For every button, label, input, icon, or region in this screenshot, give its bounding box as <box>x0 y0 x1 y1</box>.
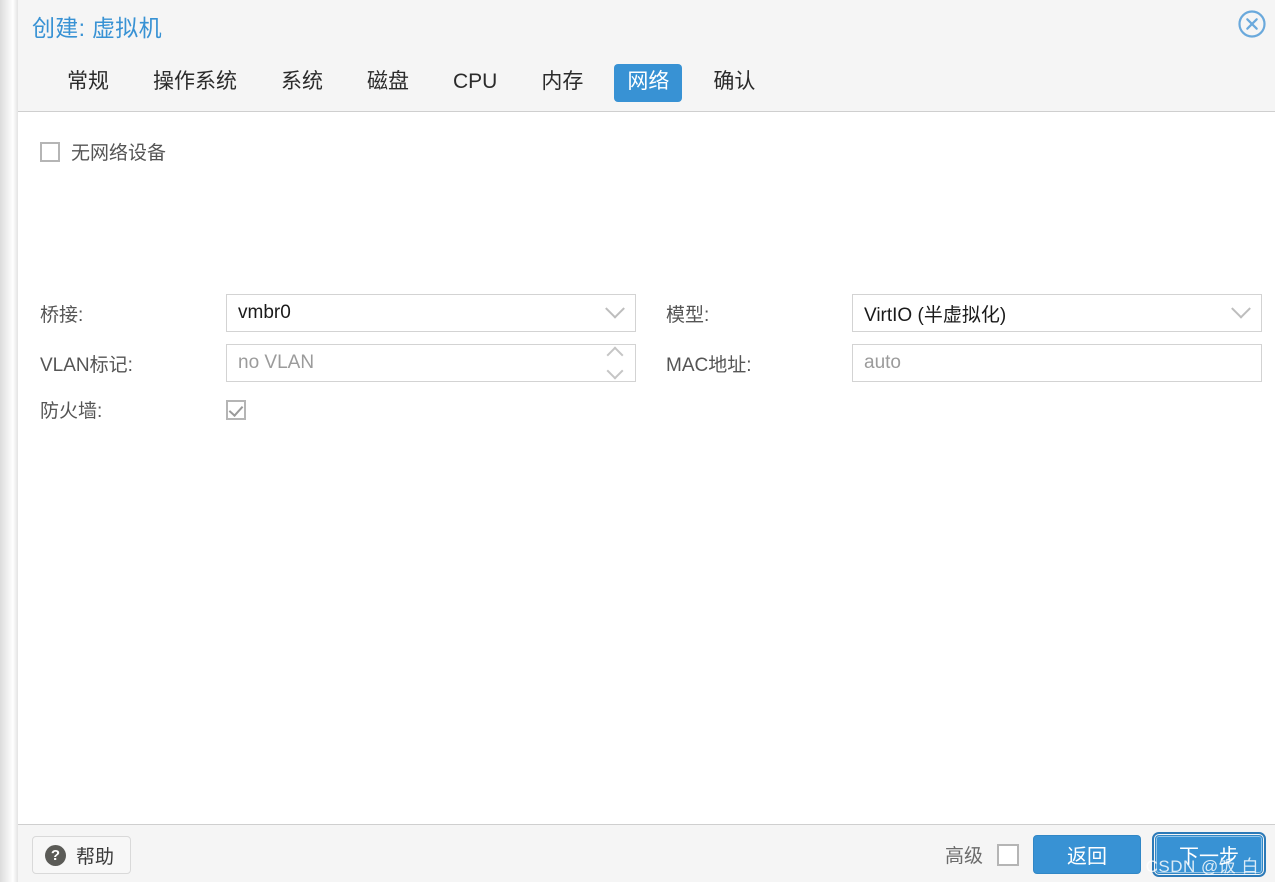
advanced-label: 高级 <box>944 846 983 867</box>
footer-actions: 高级 返回 下一步 <box>944 832 1266 877</box>
bridge-value: vmbr0 <box>238 302 291 323</box>
help-button[interactable]: ? 帮助 <box>32 836 132 874</box>
mac-address-row: MAC地址: auto <box>666 344 1262 382</box>
tab-system[interactable]: 系统 <box>268 64 336 102</box>
wizard-tabbar: 常规 操作系统 系统 磁盘 CPU 内存 网络 确认 <box>18 55 1275 111</box>
tab-cpu[interactable]: CPU <box>440 64 510 102</box>
create-vm-dialog-window: 创建: 虚拟机 常规 操作系统 系统 磁盘 CPU 内存 网络 确认 无网络设备… <box>0 0 1275 882</box>
back-button[interactable]: 返回 <box>1033 835 1141 874</box>
bridge-select[interactable]: vmbr0 <box>226 294 636 332</box>
firewall-checkbox[interactable] <box>226 399 246 420</box>
help-button-label: 帮助 <box>76 846 115 868</box>
vlan-tag-input[interactable]: no VLAN <box>226 344 636 382</box>
mac-address-input[interactable]: auto <box>852 344 1262 382</box>
question-mark-icon: ? <box>45 844 66 866</box>
spinner-updown-icon[interactable] <box>603 345 627 381</box>
next-button[interactable]: 下一步 <box>1152 832 1266 877</box>
chevron-down-icon[interactable] <box>1229 295 1253 331</box>
tab-disks[interactable]: 磁盘 <box>354 64 422 102</box>
vlan-tag-label: VLAN标记: <box>40 354 133 376</box>
firewall-row: 防火墙: <box>40 396 246 423</box>
create-vm-dialog: 创建: 虚拟机 常规 操作系统 系统 磁盘 CPU 内存 网络 确认 无网络设备… <box>18 0 1275 882</box>
model-value: VirtIO (半虚拟化) <box>864 304 1007 326</box>
bridge-row: 桥接: vmbr0 <box>40 294 636 332</box>
model-label: 模型: <box>666 304 710 326</box>
firewall-label: 防火墙: <box>40 401 103 422</box>
network-settings-form: 无网络设备 桥接: vmbr0 VLAN标记: no VLAN 防火墙: 模型:… <box>18 112 1275 824</box>
tab-confirm[interactable]: 确认 <box>700 64 768 102</box>
dialog-footer: ? 帮助 高级 返回 下一步 CSDN @饭 白 <box>18 825 1275 882</box>
no-network-device-row[interactable]: 无网络设备 <box>40 138 166 165</box>
window-left-edge <box>0 0 18 882</box>
advanced-checkbox[interactable] <box>997 843 1019 866</box>
mac-address-value: auto <box>864 352 901 373</box>
model-row: 模型: VirtIO (半虚拟化) <box>666 294 1262 332</box>
vlan-tag-row: VLAN标记: no VLAN <box>40 344 636 382</box>
bridge-label: 桥接: <box>40 304 84 326</box>
tab-memory[interactable]: 内存 <box>528 64 596 102</box>
tab-os[interactable]: 操作系统 <box>140 64 250 102</box>
vlan-tag-value: no VLAN <box>238 352 315 373</box>
mac-address-label: MAC地址: <box>666 354 752 376</box>
tab-general[interactable]: 常规 <box>54 64 122 102</box>
no-network-device-checkbox[interactable] <box>40 141 60 162</box>
model-select[interactable]: VirtIO (半虚拟化) <box>852 294 1262 332</box>
chevron-down-icon[interactable] <box>603 295 627 331</box>
next-button-label: 下一步 <box>1179 846 1239 868</box>
dialog-header: 创建: 虚拟机 <box>18 0 1275 55</box>
dialog-title: 创建: 虚拟机 <box>32 15 162 41</box>
close-icon[interactable] <box>1236 8 1268 40</box>
tab-network[interactable]: 网络 <box>614 63 683 103</box>
dialog-body: 无网络设备 桥接: vmbr0 VLAN标记: no VLAN 防火墙: 模型:… <box>18 111 1275 825</box>
no-network-device-label: 无网络设备 <box>71 143 167 164</box>
